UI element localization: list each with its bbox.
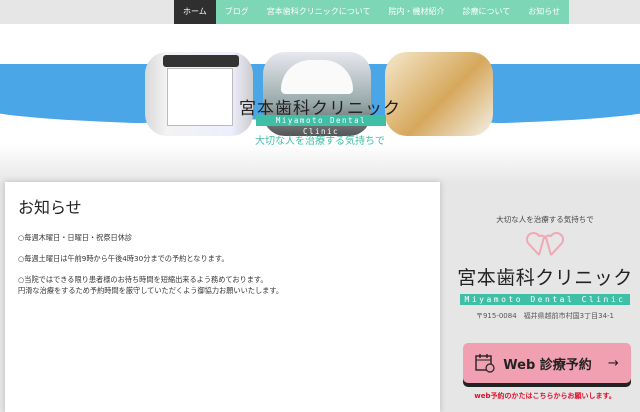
sidebar-clinic-name-en: Miyamoto Dental Clinic — [460, 294, 630, 305]
nav-about[interactable]: 宮本歯科クリニックについて — [258, 0, 380, 24]
nav-treatment[interactable]: 診療について — [454, 0, 520, 24]
nav-facilities[interactable]: 院内・機材紹介 — [380, 0, 454, 24]
news-card: お知らせ ○毎週木曜日・日曜日・祝祭日休診 ○毎週土曜日は午前9時から午後4時3… — [5, 182, 440, 412]
heart-logo-icon — [525, 231, 565, 256]
hero-fade — [0, 144, 640, 184]
web-reservation-button[interactable]: Web 診療予約 → — [463, 343, 631, 383]
news-item: 円滑な治療をするため予約時間を厳守していただくよう御協力お願いいたします。 — [18, 286, 284, 295]
nav-blog[interactable]: ブログ — [216, 0, 258, 24]
calendar-icon — [475, 354, 495, 373]
news-item: ○毎週土曜日は午前9時から午後4時30分までの予約となります。 — [18, 254, 229, 263]
hero-banner: 宮本歯科クリニック Miyamoto Dental Clinic 大切な人を治療… — [0, 24, 640, 184]
sidebar-tagline: 大切な人を治療する気持ちで — [496, 215, 594, 224]
main-nav: ホーム ブログ 宮本歯科クリニックについて 院内・機材紹介 診療について お知ら… — [174, 0, 570, 24]
hero-subtitle-en: Miyamoto Dental Clinic — [256, 115, 386, 136]
nav-news[interactable]: お知らせ — [519, 0, 569, 24]
sidebar: 大切な人を治療する気持ちで 宮本歯科クリニック Miyamoto Dental … — [450, 200, 640, 400]
sidebar-clinic-name: 宮本歯科クリニック — [457, 267, 633, 289]
arrow-right-icon: → — [607, 355, 619, 371]
nav-home[interactable]: ホーム — [174, 0, 216, 24]
sidebar-address: 〒915-0084 福井県越前市村国3丁目34-1 — [475, 312, 615, 320]
page-title: お知らせ — [18, 198, 82, 217]
hero-tagline: 大切な人を治療する気持ちで — [255, 136, 385, 147]
news-item: ○毎週木曜日・日曜日・祝祭日休診 — [18, 233, 133, 242]
news-item: ○当院ではできる限り患者様のお待ち時間を短縮出来るよう務めております。 — [18, 275, 268, 284]
reservation-label: Web 診療予約 — [503, 357, 592, 373]
